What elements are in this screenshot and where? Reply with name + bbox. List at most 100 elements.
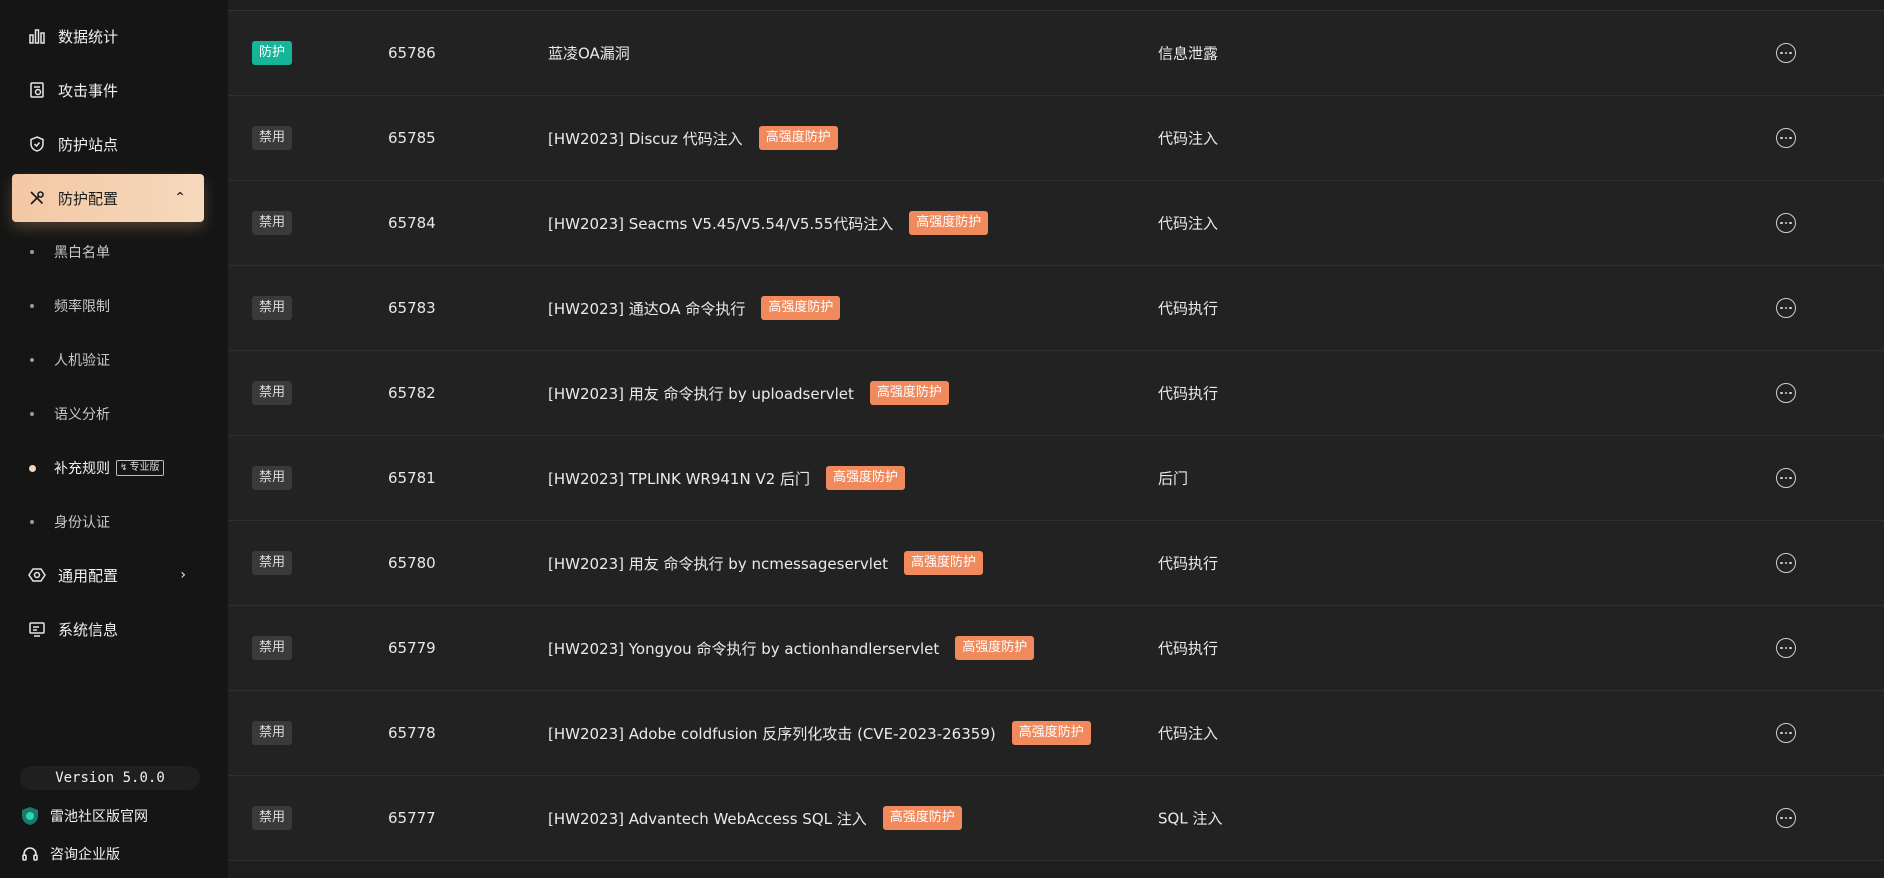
rule-name-cell: 蓝凌OA漏洞	[548, 43, 630, 64]
sub-label: 补充规则	[54, 461, 110, 477]
rule-name-cell: [HW2023] Adobe coldfusion 反序列化攻击 (CVE-20…	[548, 721, 1091, 745]
table-row: 禁用 65780 [HW2023] 用友 命令执行 by ncmessageserv…	[228, 521, 1884, 606]
rule-id: 65781	[388, 469, 436, 487]
more-actions-icon[interactable]	[1776, 553, 1796, 573]
nav-general-config[interactable]: 通用配置 ›	[12, 551, 204, 599]
more-actions-icon[interactable]	[1776, 468, 1796, 488]
rule-name-cell: [HW2023] TPLINK WR941N V2 后门 高强度防护	[548, 466, 906, 490]
table-row: 禁用 65783 [HW2023] 通达OA 命令执行 高强度防护 代码执行	[228, 266, 1884, 351]
rules-table: 防护 65786 蓝凌OA漏洞 信息泄露 禁用 65785 [HW2023] Discuz …	[228, 0, 1884, 878]
pro-edition-badge: ↯ 专业版	[116, 460, 164, 476]
sub-semantic-analysis[interactable]: 语义分析	[30, 399, 110, 429]
sub-auth[interactable]: 身份认证	[30, 507, 110, 537]
enterprise-consult-link[interactable]: 咨询企业版	[20, 842, 120, 866]
sub-custom-rules[interactable]: 补充规则 ↯ 专业版	[29, 453, 164, 483]
rule-name-cell: [HW2023] 通达OA 命令执行 高强度防护	[548, 296, 841, 320]
status-badge[interactable]: 防护	[252, 41, 293, 65]
rule-id: 65785	[388, 129, 436, 147]
rule-name[interactable]: [HW2023] 用友 命令执行 by uploadservlet	[548, 383, 854, 404]
sub-rate-limit[interactable]: 频率限制	[30, 291, 110, 321]
shield-icon	[28, 135, 46, 153]
link-label: 雷池社区版官网	[50, 809, 148, 825]
status-badge[interactable]: 禁用	[252, 211, 293, 235]
rule-type: 代码注入	[1158, 724, 1219, 743]
rule-name[interactable]: [HW2023] Seacms V5.45/V5.54/V5.55代码注入	[548, 213, 893, 234]
more-actions-icon[interactable]	[1776, 128, 1796, 148]
high-intensity-tag: 高强度防护	[826, 466, 906, 490]
rule-type: SQL 注入	[1158, 809, 1223, 828]
status-badge[interactable]: 禁用	[252, 466, 293, 490]
more-actions-icon[interactable]	[1776, 638, 1796, 658]
more-actions-icon[interactable]	[1776, 723, 1796, 743]
sub-label: 人机验证	[54, 353, 110, 369]
rule-type: 代码执行	[1158, 639, 1219, 658]
table-row: 禁用 65779 [HW2023] Yongyou 命令执行 by actionha…	[228, 606, 1884, 691]
sub-label: 频率限制	[54, 299, 110, 315]
high-intensity-tag: 高强度防护	[758, 126, 838, 150]
rule-name-cell: [HW2023] Discuz 代码注入 高强度防护	[548, 126, 838, 150]
nav-label: 攻击事件	[58, 81, 119, 100]
rule-id: 65778	[388, 724, 436, 742]
rule-name[interactable]: [HW2023] Discuz 代码注入	[548, 128, 743, 149]
bullet-dot	[30, 520, 34, 524]
rule-type: 信息泄露	[1158, 44, 1219, 63]
nav-label: 防护配置	[58, 189, 119, 208]
tools-icon	[28, 189, 46, 207]
nav-protection-config[interactable]: 防护配置 ⌃	[12, 174, 204, 222]
rule-name-cell: [HW2023] Seacms V5.45/V5.54/V5.55代码注入 高强度…	[548, 211, 989, 235]
version-label: Version 5.0.0	[20, 766, 200, 790]
chevron-up-icon: ⌃	[174, 190, 186, 206]
sub-captcha[interactable]: 人机验证	[30, 345, 110, 375]
status-badge[interactable]: 禁用	[252, 296, 293, 320]
safeline-logo-icon	[20, 806, 40, 826]
nav-label: 通用配置	[58, 566, 119, 585]
status-badge[interactable]: 禁用	[252, 721, 293, 745]
more-actions-icon[interactable]	[1776, 213, 1796, 233]
high-intensity-tag: 高强度防护	[761, 296, 841, 320]
monitor-icon	[28, 620, 46, 638]
community-site-link[interactable]: 雷池社区版官网	[20, 804, 148, 828]
table-row: 防护 65786 蓝凌OA漏洞 信息泄露	[228, 11, 1884, 96]
rule-name[interactable]: [HW2023] 通达OA 命令执行	[548, 298, 745, 319]
bullet-dot	[30, 250, 34, 254]
sub-blacklist[interactable]: 黑白名单	[30, 237, 110, 267]
settings-hex-icon	[28, 566, 46, 584]
nav-label: 数据统计	[58, 27, 119, 46]
rule-id: 65777	[388, 809, 436, 827]
high-intensity-tag: 高强度防护	[869, 381, 949, 405]
more-actions-icon[interactable]	[1776, 808, 1796, 828]
rule-name[interactable]: [HW2023] Advantech WebAccess SQL 注入	[548, 808, 867, 829]
status-badge[interactable]: 禁用	[252, 551, 293, 575]
rule-name[interactable]: [HW2023] Yongyou 命令执行 by actionhandlerse…	[548, 638, 939, 659]
sub-label: 黑白名单	[54, 245, 110, 261]
more-actions-icon[interactable]	[1776, 43, 1796, 63]
rule-id: 65780	[388, 554, 436, 572]
rule-type: 代码注入	[1158, 129, 1219, 148]
nav-system-info[interactable]: 系统信息	[12, 605, 204, 653]
high-intensity-tag: 高强度防护	[1011, 721, 1091, 745]
nav-protected-sites[interactable]: 防护站点	[12, 120, 204, 168]
status-badge[interactable]: 禁用	[252, 126, 293, 150]
table-row: 禁用 65785 [HW2023] Discuz 代码注入 高强度防护 代码注入	[228, 96, 1884, 181]
nav-data-stats[interactable]: 数据统计	[12, 12, 204, 60]
headset-icon	[20, 844, 40, 864]
table-row: 禁用 65778 [HW2023] Adobe coldfusion 反序列化攻击 …	[228, 691, 1884, 776]
rule-name[interactable]: [HW2023] 用友 命令执行 by ncmessageservlet	[548, 553, 888, 574]
rule-name[interactable]: 蓝凌OA漏洞	[548, 43, 630, 64]
status-badge[interactable]: 禁用	[252, 806, 293, 830]
rule-id: 65783	[388, 299, 436, 317]
rule-name-cell: [HW2023] 用友 命令执行 by ncmessageservlet 高强度防…	[548, 551, 984, 575]
bullet-dot	[30, 412, 34, 416]
sub-label: 身份认证	[54, 515, 110, 531]
rule-name[interactable]: [HW2023] Adobe coldfusion 反序列化攻击 (CVE-20…	[548, 723, 996, 744]
more-actions-icon[interactable]	[1776, 383, 1796, 403]
rule-name[interactable]: [HW2023] TPLINK WR941N V2 后门	[548, 468, 810, 489]
rule-id: 65782	[388, 384, 436, 402]
sidebar: 数据统计 攻击事件 防护站点 防护配置 ⌃ 黑白名单 频率限制 人机验证 语义分…	[0, 0, 228, 878]
link-label: 咨询企业版	[50, 847, 120, 863]
status-badge[interactable]: 禁用	[252, 636, 293, 660]
rule-name-cell: [HW2023] Yongyou 命令执行 by actionhandlerse…	[548, 636, 1035, 660]
status-badge[interactable]: 禁用	[252, 381, 293, 405]
nav-attack-events[interactable]: 攻击事件	[12, 66, 204, 114]
more-actions-icon[interactable]	[1776, 298, 1796, 318]
